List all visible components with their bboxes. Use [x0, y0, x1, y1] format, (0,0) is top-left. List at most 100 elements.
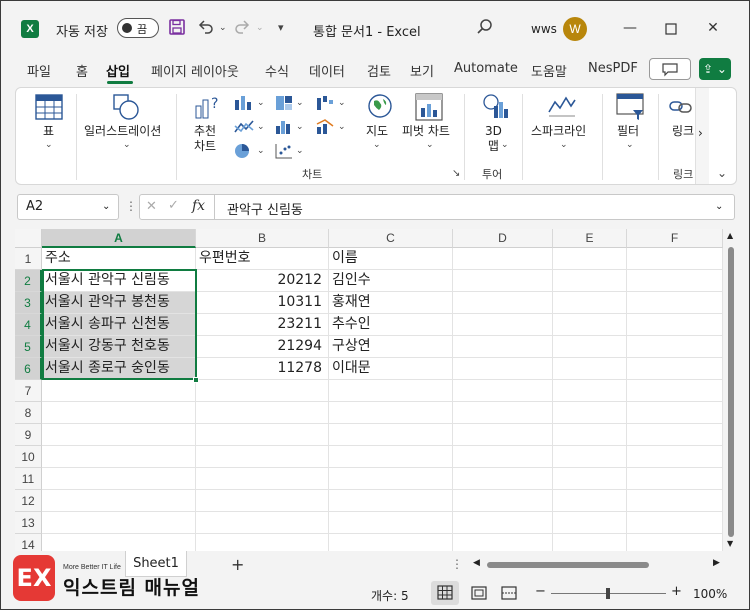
cell-f5[interactable] — [627, 336, 723, 358]
maps-button[interactable] — [365, 92, 395, 124]
cell-d12[interactable] — [453, 490, 553, 512]
tab-split-handle-icon[interactable]: ⋮ — [451, 557, 463, 571]
cell-e8[interactable] — [553, 402, 627, 424]
insert-function-icon[interactable]: fx — [192, 198, 205, 214]
tab-insert[interactable]: 삽입 — [106, 61, 130, 80]
scroll-left-icon[interactable]: ◀ — [473, 558, 480, 568]
cell-c10[interactable] — [329, 446, 453, 468]
scatter-chart-icon[interactable] — [274, 142, 294, 164]
minimize-icon[interactable]: — — [618, 17, 642, 41]
undo-icon[interactable] — [197, 18, 215, 40]
cell-a12[interactable] — [42, 490, 196, 512]
row-header-7[interactable]: 7 — [15, 380, 42, 402]
cell-b11[interactable] — [196, 468, 329, 490]
row-header-10[interactable]: 10 — [15, 446, 42, 468]
cell-e12[interactable] — [553, 490, 627, 512]
row-header-8[interactable]: 8 — [15, 402, 42, 424]
cell-e4[interactable] — [553, 314, 627, 336]
tab-data[interactable]: 데이터 — [309, 61, 345, 80]
cell-c13[interactable] — [329, 512, 453, 534]
waterfall-chart-icon[interactable] — [315, 94, 337, 116]
cell-b5[interactable]: 21294 — [196, 336, 329, 358]
name-box[interactable]: A2 ⌄ — [17, 194, 119, 220]
pie-chart-dropdown-icon[interactable]: ⌄ — [257, 146, 265, 156]
page-layout-view-icon[interactable] — [471, 586, 487, 604]
zoom-in-button[interactable]: + — [671, 584, 682, 599]
column-header-f[interactable]: F — [627, 229, 723, 248]
undo-dropdown-icon[interactable]: ⌄ — [219, 23, 227, 33]
zoom-out-button[interactable]: − — [535, 584, 546, 599]
cell-b9[interactable] — [196, 424, 329, 446]
enter-icon[interactable]: ✓ — [168, 198, 179, 213]
cell-e1[interactable] — [553, 248, 627, 270]
cell-a8[interactable] — [42, 402, 196, 424]
maps-dropdown-icon[interactable]: ⌄ — [373, 140, 381, 150]
cell-e9[interactable] — [553, 424, 627, 446]
zoom-slider[interactable] — [551, 588, 666, 599]
column-header-d[interactable]: D — [453, 229, 553, 248]
filter-button[interactable] — [614, 92, 646, 126]
row-header-11[interactable]: 11 — [15, 468, 42, 490]
tab-page-layout[interactable]: 페이지 레이아웃 — [151, 61, 239, 80]
cell-e5[interactable] — [553, 336, 627, 358]
zoom-slider-thumb[interactable] — [606, 588, 610, 599]
pivot-chart-button[interactable] — [413, 92, 445, 126]
horizontal-scrollbar[interactable]: ◀ ▶ — [473, 558, 720, 569]
3d-map-dropdown-icon[interactable]: ⌄ — [501, 140, 509, 150]
row-header-3[interactable]: 3 — [15, 292, 42, 314]
cell-c3[interactable]: 홍재연 — [329, 292, 453, 314]
cell-b10[interactable] — [196, 446, 329, 468]
cell-b1[interactable]: 우편번호 — [196, 248, 329, 270]
cell-d4[interactable] — [453, 314, 553, 336]
combo-chart-icon[interactable] — [315, 118, 337, 140]
row-header-4[interactable]: 4 — [15, 314, 42, 336]
cell-d3[interactable] — [453, 292, 553, 314]
row-header-6[interactable]: 6 — [15, 358, 42, 380]
row-header-9[interactable]: 9 — [15, 424, 42, 446]
tab-nespdf[interactable]: NesPDF — [588, 61, 638, 76]
cell-f7[interactable] — [627, 380, 723, 402]
add-sheet-button[interactable]: + — [231, 555, 244, 574]
page-break-view-icon[interactable] — [501, 586, 517, 604]
filter-dropdown-icon[interactable]: ⌄ — [626, 140, 634, 150]
cell-b2[interactable]: 20212 — [196, 270, 329, 292]
cell-d10[interactable] — [453, 446, 553, 468]
cell-d8[interactable] — [453, 402, 553, 424]
row-header-13[interactable]: 13 — [15, 512, 42, 534]
redo-dropdown-icon[interactable]: ⌄ — [256, 23, 264, 33]
illustrations-button[interactable] — [110, 92, 142, 126]
cell-d6[interactable] — [453, 358, 553, 380]
ribbon-scroll-right[interactable]: › — [695, 88, 709, 184]
scroll-up-icon[interactable]: ▲ — [727, 231, 733, 240]
cell-d7[interactable] — [453, 380, 553, 402]
statistic-chart-icon[interactable] — [274, 118, 294, 140]
cell-f1[interactable] — [627, 248, 723, 270]
illustrations-dropdown-icon[interactable]: ⌄ — [123, 140, 131, 150]
hierarchy-chart-dropdown-icon[interactable]: ⌄ — [296, 98, 304, 108]
cell-f2[interactable] — [627, 270, 723, 292]
cell-f11[interactable] — [627, 468, 723, 490]
cell-d9[interactable] — [453, 424, 553, 446]
fill-handle[interactable] — [193, 377, 199, 383]
tab-file[interactable]: 파일 — [27, 61, 51, 80]
cell-d2[interactable] — [453, 270, 553, 292]
share-button[interactable]: ⇪ ⌄ — [699, 58, 731, 80]
vertical-scroll-thumb[interactable] — [728, 247, 734, 537]
cell-a7[interactable] — [42, 380, 196, 402]
recommended-charts-button[interactable]: ? — [192, 92, 224, 126]
column-header-b[interactable]: B — [196, 229, 329, 248]
cell-c7[interactable] — [329, 380, 453, 402]
cancel-icon[interactable]: ✕ — [146, 199, 157, 214]
cell-f4[interactable] — [627, 314, 723, 336]
customize-quick-access-icon[interactable]: ▾ — [278, 21, 284, 34]
cell-b3[interactable]: 10311 — [196, 292, 329, 314]
cell-c6[interactable]: 이대문 — [329, 358, 453, 380]
cell-f6[interactable] — [627, 358, 723, 380]
cell-a11[interactable] — [42, 468, 196, 490]
cell-c14[interactable] — [329, 534, 453, 551]
cell-e3[interactable] — [553, 292, 627, 314]
cell-d11[interactable] — [453, 468, 553, 490]
column-chart-dropdown-icon[interactable]: ⌄ — [257, 98, 265, 108]
select-all-corner[interactable] — [15, 229, 42, 248]
cell-a9[interactable] — [42, 424, 196, 446]
